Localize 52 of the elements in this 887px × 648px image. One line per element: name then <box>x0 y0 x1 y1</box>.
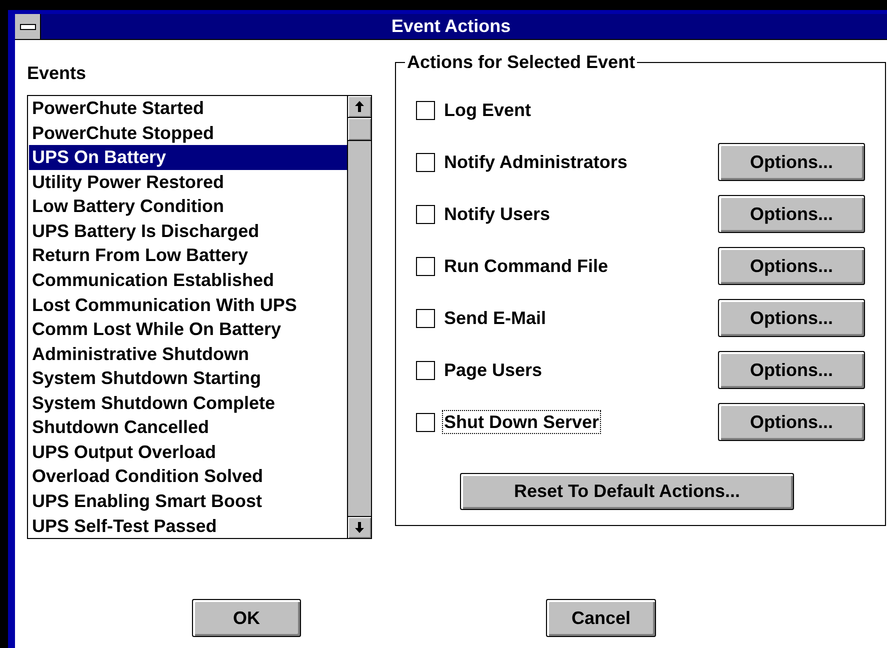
options-button[interactable]: Options... <box>718 299 865 337</box>
list-item[interactable]: PowerChute Started <box>29 96 347 121</box>
checkbox-label[interactable]: Page Users <box>443 359 544 381</box>
reset-button[interactable]: Reset To Default Actions... <box>460 473 794 510</box>
list-item[interactable]: Communication Established <box>29 268 347 292</box>
checkbox-label[interactable]: Notify Users <box>443 203 552 225</box>
checkbox[interactable] <box>416 257 435 276</box>
list-item[interactable]: Shutdown Cancelled <box>29 415 347 440</box>
events-label: Events <box>27 62 86 84</box>
system-menu-button[interactable] <box>15 14 41 39</box>
checkbox[interactable] <box>416 101 435 120</box>
list-item[interactable]: System Shutdown Complete <box>29 390 347 416</box>
up-arrow-icon <box>355 101 364 112</box>
checkbox[interactable] <box>416 361 435 380</box>
options-button[interactable]: Options... <box>718 403 865 441</box>
list-item[interactable]: UPS Self-Test Passed <box>29 514 347 538</box>
list-item[interactable]: UPS On Battery <box>29 145 347 170</box>
checkbox[interactable] <box>416 153 435 172</box>
options-button[interactable]: Options... <box>718 351 865 389</box>
list-item[interactable]: Low Battery Condition <box>29 194 347 219</box>
checkbox[interactable] <box>416 309 435 328</box>
checkbox-label[interactable]: Log Event <box>443 99 532 121</box>
ok-button[interactable]: OK <box>192 599 301 637</box>
checkbox-label[interactable]: Shut Down Server <box>443 411 600 433</box>
scroll-thumb[interactable] <box>348 118 371 141</box>
menu-bar-icon <box>20 24 36 30</box>
events-list[interactable] <box>27 95 372 539</box>
list-item[interactable]: Utility Power Restored <box>29 170 347 194</box>
down-arrow-icon <box>355 522 364 533</box>
checkbox-label[interactable]: Run Command File <box>443 255 610 277</box>
list-item[interactable]: Return From Low Battery <box>29 243 347 268</box>
list-item[interactable]: UPS Output Overload <box>29 440 347 464</box>
list-item[interactable]: UPS Enabling Smart Boost <box>29 489 347 514</box>
list-item[interactable]: PowerChute Stopped <box>29 120 347 146</box>
scroll-down-button[interactable] <box>348 516 371 538</box>
list-item[interactable]: Overload Condition Solved <box>29 464 347 489</box>
options-button[interactable]: Options... <box>718 247 865 285</box>
options-button[interactable]: Options... <box>718 143 865 181</box>
list-item[interactable]: UPS Battery Is Discharged <box>29 218 347 244</box>
checkbox-label[interactable]: Notify Administrators <box>443 151 628 173</box>
options-button[interactable]: Options... <box>718 195 865 233</box>
checkbox[interactable] <box>416 205 435 224</box>
list-item[interactable]: Comm Lost While On Battery <box>29 317 347 342</box>
list-item[interactable]: System Shutdown Starting <box>29 366 347 391</box>
checkbox-label[interactable]: Send E-Mail <box>443 307 548 329</box>
list-item[interactable]: Lost Communication With UPS <box>29 292 347 318</box>
window-title: Event Actions <box>391 15 511 38</box>
cancel-button[interactable]: Cancel <box>546 599 656 637</box>
list-item[interactable]: Administrative Shutdown <box>29 342 347 366</box>
scrollbar[interactable] <box>347 96 371 538</box>
scroll-up-button[interactable] <box>348 96 371 118</box>
checkbox[interactable] <box>416 413 435 432</box>
